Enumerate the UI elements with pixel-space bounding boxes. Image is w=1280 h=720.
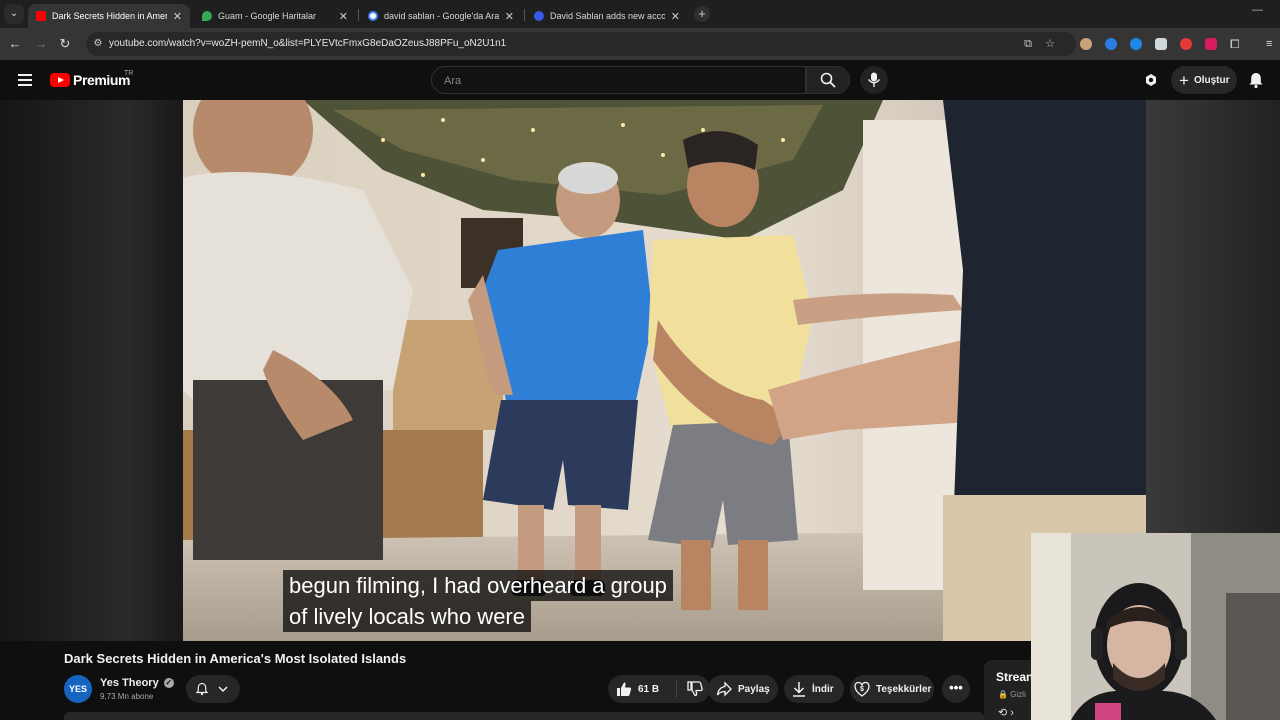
- country-code: TR: [124, 70, 134, 77]
- webcam-image: [1031, 533, 1280, 720]
- extension-shield-icon[interactable]: [1155, 38, 1167, 50]
- tab-title: Dark Secrets Hidden in America's: [52, 11, 167, 21]
- playlist-privacy: 🔒 Gizli: [998, 690, 1026, 699]
- share-button[interactable]: Paylaş: [708, 675, 778, 703]
- thumbs-down-icon[interactable]: [687, 681, 703, 697]
- like-divider: [676, 680, 677, 698]
- tab-search-chevron-icon[interactable]: ⌄: [4, 4, 24, 24]
- wordpress-favicon-icon: [534, 11, 544, 21]
- back-arrow-icon[interactable]: ←: [7, 36, 23, 52]
- like-count: 61 B: [638, 683, 660, 695]
- tab-google-maps[interactable]: Guam - Google Haritalar ✕: [194, 4, 356, 28]
- logo-text: Premium: [73, 72, 131, 88]
- install-app-icon[interactable]: ⧉: [1020, 36, 1036, 52]
- voice-search-button[interactable]: [860, 66, 888, 94]
- search-icon: [820, 72, 836, 88]
- share-arrow-icon: [716, 681, 732, 697]
- google-favicon-icon: [368, 11, 378, 21]
- tab-title: david sablan - Google'da Ara: [384, 11, 499, 21]
- youtube-header: Premium TR + Oluştur: [0, 60, 1280, 100]
- close-tab-icon[interactable]: ✕: [339, 10, 348, 23]
- chevron-down-icon: [218, 686, 228, 693]
- thumbs-up-icon: [617, 682, 632, 696]
- playlist-card[interactable]: Strean 🔒 Gizli ⟲ ›: [984, 660, 1034, 720]
- extension-avatar-icon[interactable]: [1080, 38, 1092, 50]
- forward-arrow-icon[interactable]: →: [33, 36, 49, 52]
- video-player[interactable]: begun filming, I had overheard a group o…: [183, 100, 1146, 641]
- close-tab-icon[interactable]: ✕: [671, 10, 680, 23]
- google-maps-favicon-icon: [202, 11, 212, 21]
- loop-shuffle-icons[interactable]: ⟲ ›: [998, 706, 1014, 719]
- reload-icon[interactable]: ↻: [57, 36, 73, 52]
- share-label: Paylaş: [738, 683, 770, 695]
- youtube-play-icon: [50, 73, 70, 87]
- thanks-label: Teşekkürler: [876, 683, 932, 695]
- channel-name-text[interactable]: Yes Theory: [100, 677, 159, 689]
- hamburger-menu-icon[interactable]: [18, 74, 32, 86]
- like-button[interactable]: 61 B: [616, 681, 676, 697]
- tab-title: Guam - Google Haritalar: [218, 11, 317, 21]
- webcam-overlay: [1031, 533, 1280, 720]
- description-box-edge[interactable]: [64, 712, 984, 720]
- subscriber-count: 9,73 Mn abone: [100, 692, 154, 701]
- window-minimize-icon[interactable]: —: [1252, 4, 1263, 16]
- create-label: Oluştur: [1193, 74, 1230, 86]
- thanks-button[interactable]: $ Teşekkürler: [850, 675, 934, 703]
- more-actions-button[interactable]: •••: [942, 675, 970, 703]
- youtube-favicon-icon: [36, 11, 46, 21]
- download-icon: [793, 682, 805, 697]
- extensions-puzzle-icon[interactable]: ⧠: [1230, 38, 1242, 50]
- search-input[interactable]: [444, 73, 794, 89]
- captions: begun filming, I had overheard a group o…: [283, 570, 703, 632]
- browser-menu-icon[interactable]: ≡: [1266, 38, 1278, 50]
- video-title: Dark Secrets Hidden in America's Most Is…: [64, 651, 407, 666]
- subscription-bell-button[interactable]: [186, 675, 240, 703]
- caption-line-2: of lively locals who were: [283, 601, 531, 632]
- search-button[interactable]: [806, 66, 850, 94]
- download-label: İndir: [812, 683, 834, 695]
- channel-name[interactable]: Yes Theory ✓: [100, 677, 174, 689]
- tab-youtube-video[interactable]: Dark Secrets Hidden in America's ✕: [28, 4, 190, 28]
- create-button[interactable]: + Oluştur: [1171, 66, 1237, 94]
- plus-icon: +: [1179, 70, 1189, 90]
- site-settings-icon[interactable]: ⚙: [90, 36, 106, 52]
- microphone-icon: [867, 72, 881, 87]
- tab-divider: [524, 9, 525, 21]
- extension-red-icon[interactable]: [1180, 38, 1192, 50]
- extension-pink-icon[interactable]: [1205, 38, 1217, 50]
- extension-translate-icon[interactable]: [1105, 38, 1117, 50]
- tab-divider: [358, 9, 359, 21]
- caption-line-1: begun filming, I had overheard a group: [283, 570, 673, 601]
- tab-news-article[interactable]: David Sablan adds new accoun ✕: [526, 4, 688, 28]
- youtube-premium-logo[interactable]: Premium: [50, 72, 131, 88]
- browser-tab-bar: ⌄ Dark Secrets Hidden in America's ✕ Gua…: [0, 0, 1280, 28]
- browser-toolbar: ← → ↻ ⚙ youtube.com/watch?v=woZH-pemN_o&…: [0, 28, 1280, 60]
- verified-check-icon: ✓: [163, 678, 174, 688]
- tab-title: David Sablan adds new accoun: [550, 11, 665, 21]
- search-box[interactable]: [431, 66, 806, 94]
- like-dislike-group: 61 B: [608, 675, 710, 703]
- close-tab-icon[interactable]: ✕: [505, 10, 514, 23]
- gamepad-icon[interactable]: [1143, 72, 1159, 88]
- super-thanks-icon: $: [854, 681, 870, 697]
- address-bar[interactable]: ⚙ youtube.com/watch?v=woZH-pemN_o&list=P…: [86, 32, 1076, 56]
- new-tab-plus-icon[interactable]: +: [694, 6, 710, 22]
- notifications-bell-icon[interactable]: [1247, 71, 1265, 89]
- close-tab-icon[interactable]: ✕: [173, 10, 182, 23]
- video-frame-image: [183, 100, 1146, 641]
- channel-avatar[interactable]: YES: [64, 675, 92, 703]
- url-text[interactable]: youtube.com/watch?v=woZH-pemN_o&list=PLY…: [109, 38, 506, 49]
- playlist-title[interactable]: Strean: [996, 670, 1033, 684]
- tab-google-search[interactable]: david sablan - Google'da Ara ✕: [360, 4, 522, 28]
- bell-icon: [195, 682, 209, 696]
- download-button[interactable]: İndir: [784, 675, 844, 703]
- extension-link-icon[interactable]: [1130, 38, 1142, 50]
- svg-text:$: $: [860, 686, 864, 693]
- bookmark-star-icon[interactable]: ☆: [1042, 36, 1058, 52]
